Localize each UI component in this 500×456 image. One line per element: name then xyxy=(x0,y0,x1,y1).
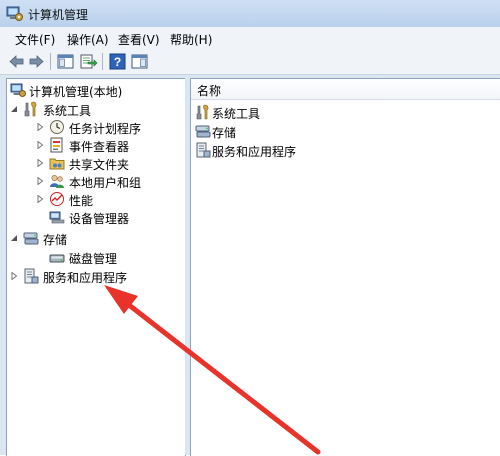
tree-item-device-manager[interactable]: 设备管理器 xyxy=(7,207,183,227)
column-header-label: 名称 xyxy=(197,84,222,98)
menu-action[interactable]: 操作(A) xyxy=(67,31,109,48)
disk-management-icon xyxy=(49,254,65,263)
tree-item-task-scheduler[interactable]: 任务计划程序 xyxy=(7,117,183,137)
tree-label: 服务和应用程序 xyxy=(43,271,128,285)
event-viewer-icon xyxy=(50,137,63,153)
users-icon xyxy=(50,174,64,188)
tree-item-computer-management-local[interactable]: 计算机管理(本地) xyxy=(7,80,183,100)
tree-item-local-users-and-groups[interactable]: 本地用户和组 xyxy=(7,171,183,191)
tree-item-services-and-applications[interactable]: 服务和应用程序 xyxy=(7,266,183,286)
list-item-label: 系统工具 xyxy=(212,107,261,121)
collapse-arrow-icon[interactable] xyxy=(10,234,18,242)
expand-arrow-icon[interactable] xyxy=(36,177,44,185)
tree-label: 磁盘管理 xyxy=(69,252,118,266)
services-icon xyxy=(24,268,39,284)
computer-management-icon xyxy=(10,83,26,97)
show-action-pane-icon[interactable] xyxy=(130,52,149,71)
list-item-label: 存储 xyxy=(212,126,237,140)
back-icon[interactable] xyxy=(7,52,26,71)
tree-item-storage[interactable]: 存储 xyxy=(7,228,183,248)
tree-item-shared-folders[interactable]: 共享文件夹 xyxy=(7,153,183,173)
expand-arrow-icon[interactable] xyxy=(36,141,44,149)
shared-folder-icon xyxy=(49,158,65,170)
expand-arrow-icon[interactable] xyxy=(10,272,18,280)
title-bar[interactable]: 计算机管理 xyxy=(0,0,500,27)
menu-file[interactable]: 文件(F) xyxy=(15,31,55,48)
clock-icon xyxy=(50,120,64,134)
device-manager-icon xyxy=(49,211,65,224)
tree-item-system-tools[interactable]: 系统工具 xyxy=(7,99,183,119)
tree-item-event-viewer[interactable]: 事件查看器 xyxy=(7,135,183,155)
system-tools-icon xyxy=(196,104,209,120)
tree-label: 设备管理器 xyxy=(69,212,130,226)
expand-arrow-icon[interactable] xyxy=(36,159,44,167)
tree-item-performance[interactable]: 性能 xyxy=(7,189,183,209)
expand-arrow-icon[interactable] xyxy=(36,195,44,203)
tree-label: 存储 xyxy=(43,233,68,247)
storage-icon xyxy=(23,232,39,245)
window-title: 计算机管理 xyxy=(28,8,89,22)
export-list-icon[interactable] xyxy=(79,52,98,71)
list-item-label: 服务和应用程序 xyxy=(212,145,297,159)
column-header-name[interactable]: 名称 xyxy=(191,79,500,100)
computer-management-icon xyxy=(6,6,23,21)
toolbar: ? xyxy=(0,49,500,75)
toolbar-separator xyxy=(50,53,51,70)
computer-management-window: 计算机管理 文件(F) 操作(A) 查看(V) 帮助(H) ? 计算机管理(本地… xyxy=(0,0,500,456)
menu-bar: 文件(F) 操作(A) 查看(V) 帮助(H) xyxy=(0,27,500,50)
toolbar-separator xyxy=(102,53,103,70)
details-pane[interactable]: 名称 系统工具 存储 服务和应用程序 xyxy=(190,78,500,456)
forward-icon[interactable] xyxy=(27,52,46,71)
system-tools-icon xyxy=(24,101,37,117)
svg-text:?: ? xyxy=(114,55,121,69)
performance-icon xyxy=(50,192,64,206)
expand-arrow-icon[interactable] xyxy=(36,123,44,131)
services-icon xyxy=(196,142,211,158)
help-icon[interactable]: ? xyxy=(108,52,127,71)
tree-item-disk-management[interactable]: 磁盘管理 xyxy=(7,247,183,267)
collapse-arrow-icon[interactable] xyxy=(10,105,18,113)
menu-help[interactable]: 帮助(H) xyxy=(170,31,212,48)
navigation-tree[interactable]: 计算机管理(本地) 系统工具 任务计划程序 事件查看器 共享文件夹 本地用户和组… xyxy=(6,78,186,456)
tree-label: 计算机管理(本地) xyxy=(29,85,123,99)
storage-icon xyxy=(195,125,211,138)
menu-view[interactable]: 查看(V) xyxy=(118,31,160,48)
show-hide-tree-icon[interactable] xyxy=(56,52,75,71)
